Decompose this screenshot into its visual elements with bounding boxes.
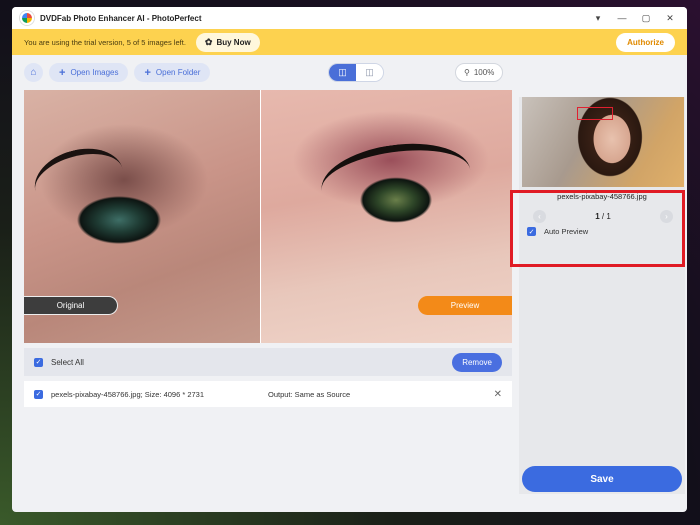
side-panel: pexels-pixabay-458766.jpg ‹ 1 / 1 › ✓ Au…	[519, 97, 685, 494]
titlebar: DVDFab Photo Enhancer AI - PhotoPerfect …	[12, 7, 687, 29]
trial-message: You are using the trial version, 5 of 5 …	[24, 37, 186, 47]
zoom-level: 100%	[473, 68, 495, 77]
app-window: DVDFab Photo Enhancer AI - PhotoPerfect …	[12, 7, 687, 512]
save-button[interactable]: Save	[522, 466, 682, 492]
main-pane: ⌂ + Open Images + Open Folder ◫ ◫ ⚲ 100%	[12, 55, 518, 512]
buy-now-label: Buy Now	[216, 37, 251, 47]
view-mode-toggle: ◫ ◫	[328, 63, 384, 82]
thumbnail-image[interactable]	[522, 97, 684, 187]
open-images-button[interactable]: + Open Images	[49, 63, 129, 82]
image-compare-view[interactable]: Original Preview	[24, 90, 512, 343]
open-folder-label: Open Folder	[155, 68, 201, 77]
minimize-icon[interactable]: —	[617, 13, 627, 24]
compare-view-icon: ◫	[365, 67, 374, 77]
remove-button[interactable]: Remove	[452, 352, 502, 372]
home-icon: ⌂	[30, 67, 37, 78]
original-image: Original	[24, 90, 260, 343]
preview-label: Preview	[418, 296, 512, 315]
authorize-button[interactable]: Authorize	[616, 32, 675, 52]
close-icon[interactable]: ✕	[665, 13, 675, 24]
select-all-bar: ✓ Select All Remove	[24, 348, 512, 376]
file-name-size: pexels-pixabay-458766.jpg; Size: 4096 * …	[51, 389, 205, 399]
plus-icon: +	[59, 66, 66, 79]
app-title: DVDFab Photo Enhancer AI - PhotoPerfect	[40, 13, 202, 23]
window-controls: ▾ — ▢ ✕	[593, 13, 675, 24]
split-view-icon: ◫	[338, 67, 347, 77]
plus-icon: +	[144, 66, 151, 79]
split-view-button[interactable]: ◫	[329, 64, 356, 81]
eyelash-shape	[316, 134, 476, 226]
original-label: Original	[24, 296, 118, 315]
open-images-label: Open Images	[70, 68, 119, 77]
maximize-icon[interactable]: ▢	[641, 13, 651, 24]
app-logo-icon	[20, 11, 34, 25]
preview-region-box[interactable]	[577, 107, 613, 120]
file-output: Output: Same as Source	[268, 389, 351, 399]
menu-icon[interactable]: ▾	[593, 13, 603, 24]
file-checkbox[interactable]: ✓	[34, 389, 43, 399]
open-folder-button[interactable]: + Open Folder	[134, 63, 211, 82]
preview-image: Preview	[260, 90, 512, 343]
trial-banner: You are using the trial version, 5 of 5 …	[12, 29, 687, 55]
buy-now-button[interactable]: ✿ Buy Now	[195, 32, 260, 52]
annotation-highlight-box	[510, 190, 685, 267]
rss-icon: ✿	[204, 36, 213, 47]
select-all-checkbox[interactable]: ✓	[34, 357, 43, 367]
file-list-item[interactable]: ✓ pexels-pixabay-458766.jpg; Size: 4096 …	[24, 381, 512, 407]
zoom-icon: ⚲	[464, 68, 470, 77]
remove-file-icon[interactable]: ✕	[494, 389, 502, 400]
home-button[interactable]: ⌂	[24, 63, 43, 82]
eyelash-shape	[27, 139, 131, 221]
zoom-button[interactable]: ⚲ 100%	[455, 63, 504, 82]
compare-view-button[interactable]: ◫	[356, 64, 383, 81]
toolbar: ⌂ + Open Images + Open Folder ◫ ◫ ⚲ 100%	[12, 55, 518, 90]
select-all-label: Select All	[51, 357, 84, 367]
